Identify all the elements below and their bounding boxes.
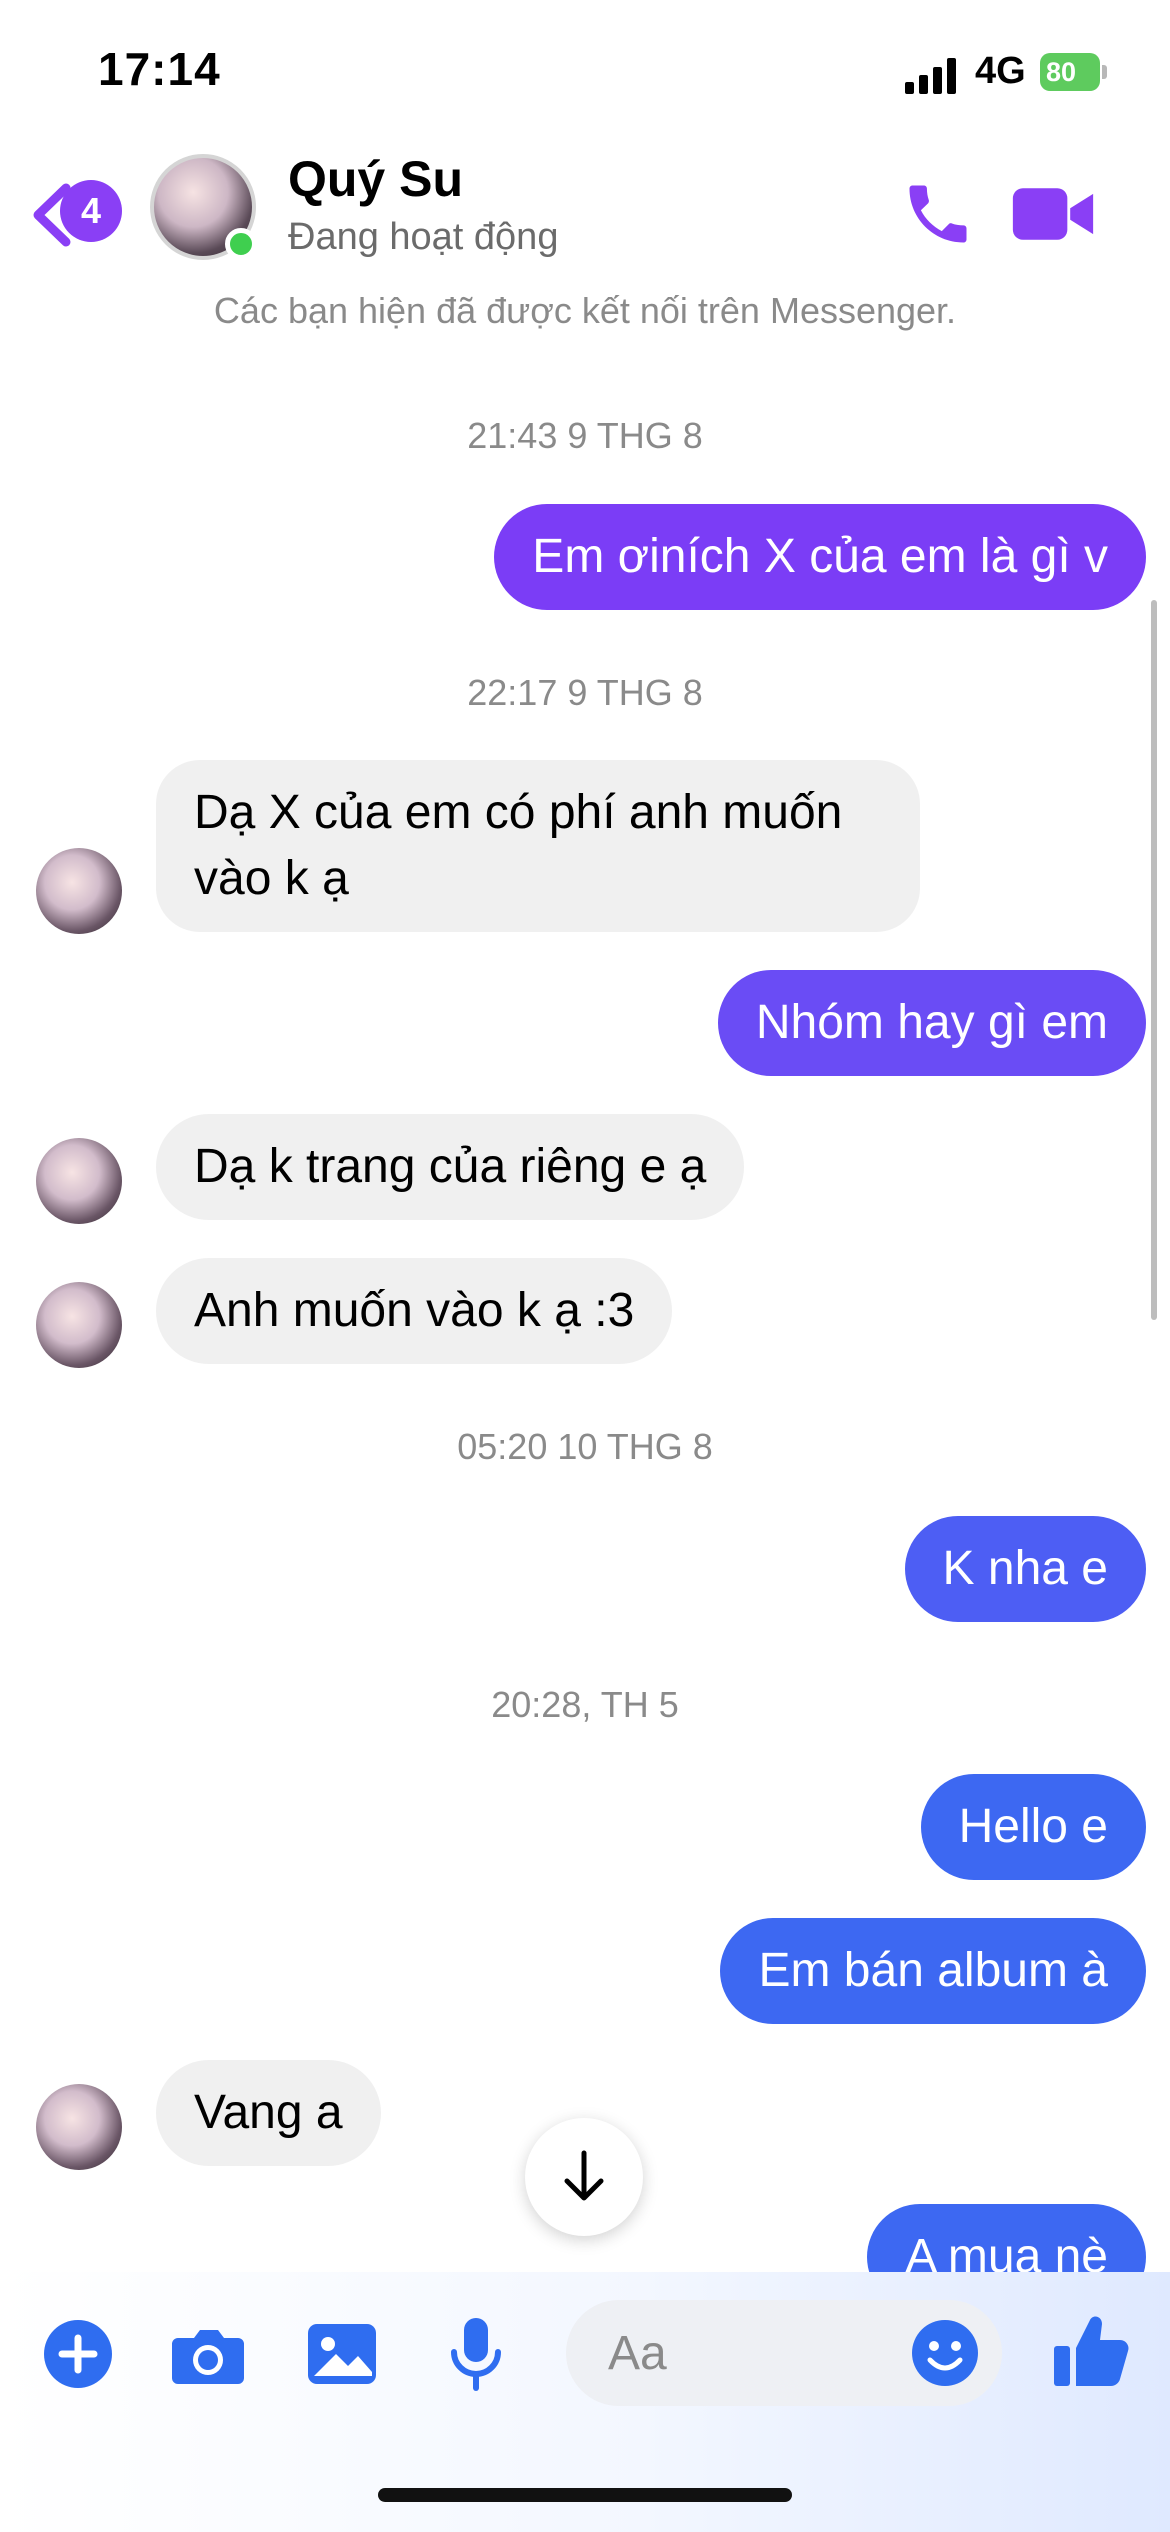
incoming-message[interactable]: Dạ k trang của riêng e ạ bbox=[156, 1114, 745, 1220]
battery-level: 80 bbox=[1046, 56, 1077, 87]
emoji-icon[interactable] bbox=[910, 2318, 980, 2388]
outgoing-message[interactable]: K nha e bbox=[904, 1516, 1146, 1622]
timestamp: 20:28, TH 5 bbox=[491, 1684, 679, 1725]
network-label: 4G bbox=[975, 50, 1026, 92]
incoming-message[interactable]: Dạ X của em có phí anh muốn vào k ạ bbox=[156, 760, 920, 932]
video-call-icon[interactable] bbox=[1010, 176, 1096, 252]
status-time: 17:14 bbox=[98, 43, 221, 95]
camera-icon[interactable] bbox=[168, 2314, 248, 2394]
scroll-to-bottom-button[interactable] bbox=[525, 2118, 643, 2236]
outgoing-message[interactable]: Em ơiních X của em là gì v bbox=[494, 504, 1146, 610]
sender-avatar[interactable] bbox=[36, 2084, 122, 2170]
sender-avatar[interactable] bbox=[36, 1282, 122, 1368]
outgoing-message[interactable]: Hello e bbox=[920, 1774, 1146, 1880]
signal-icon bbox=[905, 58, 956, 94]
message-input[interactable]: Aa bbox=[566, 2300, 1002, 2406]
connection-notice: Các bạn hiện đã được kết nối trên Messen… bbox=[213, 290, 957, 331]
scrollbar[interactable] bbox=[1151, 600, 1157, 1320]
unread-badge[interactable]: 4 bbox=[60, 180, 122, 242]
arrow-down-icon bbox=[564, 2150, 604, 2201]
timestamp: 21:43 9 THG 8 bbox=[467, 415, 703, 456]
message-input-placeholder: Aa bbox=[608, 2327, 667, 2380]
home-indicator bbox=[378, 2488, 792, 2502]
timestamp: 05:20 10 THG 8 bbox=[457, 1426, 713, 1467]
plus-icon[interactable] bbox=[40, 2314, 120, 2394]
timestamp: 22:17 9 THG 8 bbox=[467, 672, 703, 713]
chat-header: 4 Quý Su Đang hoạt động bbox=[0, 140, 1170, 280]
contact-name[interactable]: Quý Su bbox=[288, 150, 463, 208]
battery-icon: 80 bbox=[1040, 53, 1110, 91]
online-indicator bbox=[225, 228, 257, 260]
outgoing-message[interactable]: Em bán album à bbox=[720, 1918, 1146, 2024]
microphone-icon[interactable] bbox=[436, 2314, 516, 2394]
sender-avatar[interactable] bbox=[36, 1138, 122, 1224]
thumbs-up-icon[interactable] bbox=[1050, 2308, 1134, 2392]
phone-call-icon[interactable] bbox=[900, 176, 976, 252]
sender-avatar[interactable] bbox=[36, 848, 122, 934]
presence-status: Đang hoạt động bbox=[288, 216, 559, 258]
photo-gallery-icon[interactable] bbox=[302, 2314, 382, 2394]
outgoing-message[interactable]: Nhóm hay gì em bbox=[717, 970, 1146, 1076]
incoming-message[interactable]: Vang a bbox=[156, 2060, 381, 2166]
incoming-message[interactable]: Anh muốn vào k ạ :3 bbox=[156, 1258, 673, 1364]
status-bar: 17:14 4G 80 bbox=[0, 0, 1170, 140]
